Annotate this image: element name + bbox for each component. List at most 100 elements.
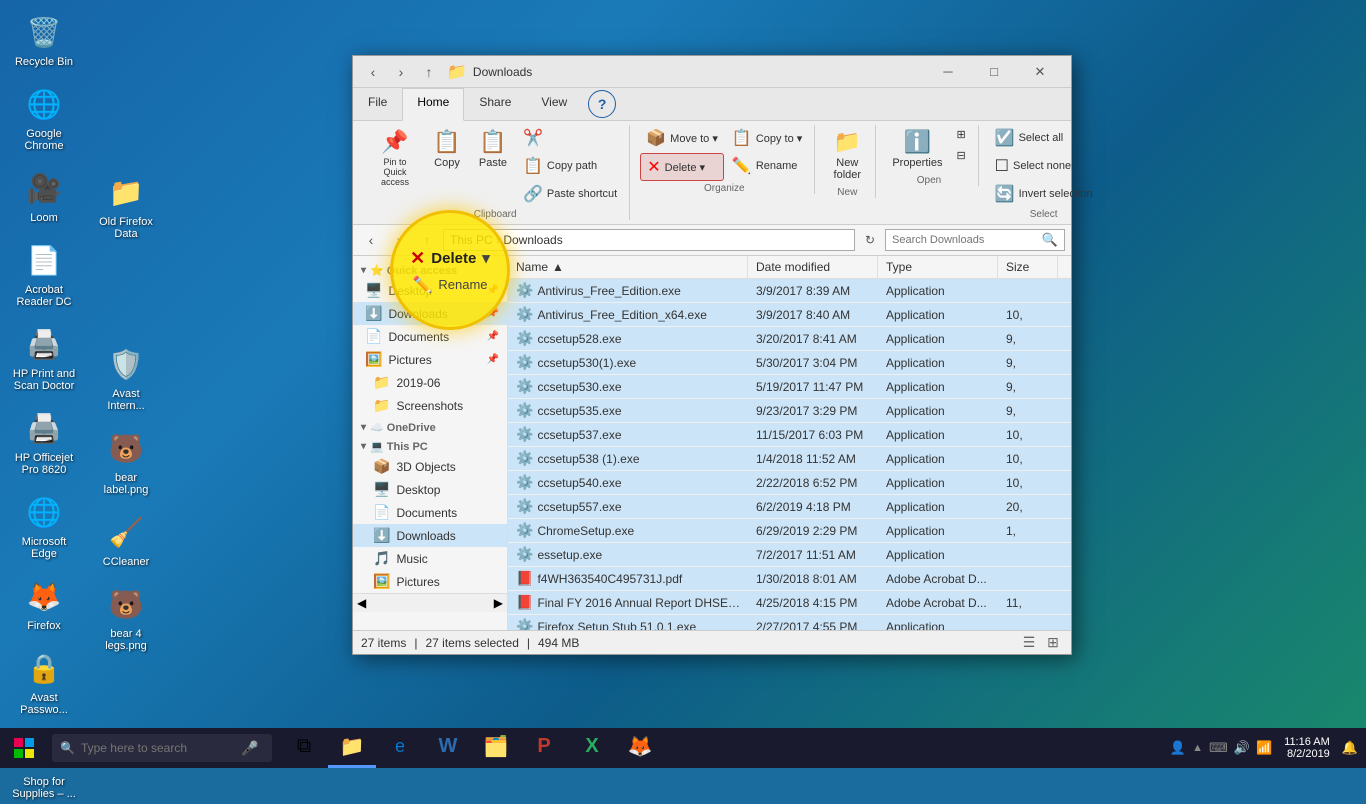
open-btn-2[interactable]: ⊟ <box>950 146 971 165</box>
desktop-icon-bear-label[interactable]: 🐻 bear label.png <box>90 424 162 500</box>
tab-view[interactable]: View <box>526 88 582 121</box>
rename-dropdown-item[interactable]: ✏️ Rename <box>404 273 495 297</box>
file-size <box>998 576 1058 582</box>
col-header-type[interactable]: Type <box>878 256 998 278</box>
cut-button[interactable]: ✂️ <box>517 125 623 151</box>
rename-button[interactable]: ✏️ Rename <box>726 153 808 179</box>
table-row[interactable]: ⚙️Firefox Setup Stub 51.0.1.exe 2/27/201… <box>508 615 1071 630</box>
minimize-button[interactable]: ─ <box>925 56 971 88</box>
taskbar-search-input[interactable] <box>81 741 241 755</box>
desktop-icon-google-chrome[interactable]: 🌐 Google Chrome <box>8 80 80 156</box>
chevron-up-icon[interactable]: ▲ <box>1192 742 1203 754</box>
sidebar-item-desktop2[interactable]: 🖥️ Desktop <box>353 478 507 501</box>
volume-icon[interactable]: 🔊 <box>1234 740 1250 756</box>
desktop-icon-ccleaner[interactable]: 🧹 CCleaner <box>90 508 162 572</box>
invert-selection-button[interactable]: 🔄 Invert selection <box>989 181 1099 207</box>
desktop-icon-recycle-bin[interactable]: 🗑️ Recycle Bin <box>8 8 80 72</box>
copy-to-button[interactable]: 📋 Copy to ▾ <box>726 125 808 151</box>
taskbar-task-view[interactable]: ⧉ <box>280 728 328 768</box>
open-btn-1[interactable]: ⊞ <box>950 125 971 144</box>
search-input[interactable] <box>892 234 1042 246</box>
maximize-button[interactable]: □ <box>971 56 1017 88</box>
table-row[interactable]: ⚙️ccsetup557.exe 6/2/2019 4:18 PM Applic… <box>508 495 1071 519</box>
table-row[interactable]: ⚙️ccsetup530(1).exe 5/30/2017 3:04 PM Ap… <box>508 351 1071 375</box>
clock-date: 8/2/2019 <box>1284 748 1330 760</box>
sidebar-section-this-pc[interactable]: ▾ 💻 This PC <box>353 436 507 455</box>
tab-home[interactable]: Home <box>402 88 464 121</box>
table-row[interactable]: ⚙️ccsetup530.exe 5/19/2017 11:47 PM Appl… <box>508 375 1071 399</box>
col-header-size[interactable]: Size <box>998 256 1058 278</box>
refresh-button[interactable]: ↻ <box>859 229 881 251</box>
sidebar-item-downloads2[interactable]: ⬇️ Downloads <box>353 524 507 547</box>
desktop-icon-acrobat[interactable]: 📄 Acrobat Reader DC <box>8 236 80 312</box>
desktop-icon-firefox[interactable]: 🦊 Firefox <box>8 572 80 636</box>
table-row[interactable]: 📕Final FY 2016 Annual Report DHSEM.pdf 4… <box>508 591 1071 615</box>
move-to-button[interactable]: 📦 Move to ▾ <box>640 125 724 151</box>
table-row[interactable]: ⚙️Antivirus_Free_Edition.exe 3/9/2017 8:… <box>508 279 1071 303</box>
mic-icon[interactable]: 🎤 <box>241 740 258 757</box>
select-all-button[interactable]: ☑️ Select all <box>989 125 1099 151</box>
desktop-icon-bear4legs[interactable]: 🐻 bear 4 legs.png <box>90 580 162 656</box>
sidebar-item-screenshots[interactable]: 📁 Screenshots <box>353 394 507 417</box>
sidebar-item-2019-06[interactable]: 📁 2019-06 <box>353 371 507 394</box>
table-row[interactable]: ⚙️essetup.exe 7/2/2017 11:51 AM Applicat… <box>508 543 1071 567</box>
close-button[interactable]: ✕ <box>1017 56 1063 88</box>
sidebar-item-documents2[interactable]: 📄 Documents <box>353 501 507 524</box>
taskbar-edge[interactable]: e <box>376 728 424 768</box>
table-row[interactable]: ⚙️ccsetup528.exe 3/20/2017 8:41 AM Appli… <box>508 327 1071 351</box>
nav-up-button[interactable]: ↑ <box>417 60 441 84</box>
paste-button[interactable]: 📋 Paste <box>471 125 515 173</box>
new-items: 📁 New folder <box>825 125 869 185</box>
taskbar-excel[interactable]: X <box>568 728 616 768</box>
table-row[interactable]: ⚙️ccsetup540.exe 2/22/2018 6:52 PM Appli… <box>508 471 1071 495</box>
nav-back-button[interactable]: ‹ <box>361 60 385 84</box>
table-row[interactable]: ⚙️ccsetup537.exe 11/15/2017 6:03 PM Appl… <box>508 423 1071 447</box>
tab-file[interactable]: File <box>353 88 402 121</box>
taskbar-powerpoint[interactable]: P <box>520 728 568 768</box>
desktop-icon-avast-internet[interactable]: 🛡️ Avast Intern... <box>90 340 162 416</box>
sidebar-item-3d-objects[interactable]: 📦 3D Objects <box>353 455 507 478</box>
properties-button[interactable]: ℹ️ Properties <box>886 125 948 173</box>
start-button[interactable] <box>0 728 48 768</box>
nav-forward-button[interactable]: › <box>389 60 413 84</box>
list-view-button[interactable]: ☰ <box>1019 633 1039 653</box>
desktop-icon-avast[interactable]: 🔒 Avast Passwo... <box>8 644 80 720</box>
sidebar-item-pictures2[interactable]: 🖼️ Pictures <box>353 570 507 593</box>
notification-icon[interactable]: 🔔 <box>1342 740 1358 756</box>
desktop-icon-hp-print[interactable]: 🖨️ HP Print and Scan Doctor <box>8 320 80 396</box>
new-folder-button[interactable]: 📁 New folder <box>825 125 869 185</box>
copy-button[interactable]: 📋 Copy <box>425 125 469 173</box>
select-none-button[interactable]: ☐ Select none <box>989 153 1099 179</box>
sidebar-item-music[interactable]: 🎵 Music <box>353 547 507 570</box>
taskbar-file-manager[interactable]: 🗂️ <box>472 728 520 768</box>
desktop-icon-loom[interactable]: 🎥 Loom <box>8 164 80 228</box>
table-row[interactable]: 📕f4WH363540C495731J.pdf 1/30/2018 8:01 A… <box>508 567 1071 591</box>
sidebar-item-pictures[interactable]: 🖼️ Pictures 📌 <box>353 348 507 371</box>
desktop-icon-edge[interactable]: 🌐 Microsoft Edge <box>8 488 80 564</box>
desktop-icon-hp-officejet[interactable]: 🖨️ HP Officejet Pro 8620 <box>8 404 80 480</box>
grid-view-button[interactable]: ⊞ <box>1043 633 1063 653</box>
taskbar-firefox[interactable]: 🦊 <box>616 728 664 768</box>
desktop-icon-old-firefox[interactable]: 📁 Old Firefox Data <box>90 168 162 244</box>
delete-dropdown-item[interactable]: ✕ Delete ▾ <box>402 244 498 273</box>
delete-button[interactable]: ✕ Delete ▾ <box>640 153 724 181</box>
col-header-date[interactable]: Date modified <box>748 256 878 278</box>
sidebar-scroll-right[interactable]: ▶ <box>494 596 503 610</box>
help-button[interactable]: ? <box>588 90 616 118</box>
organize-col2: 📋 Copy to ▾ ✏️ Rename <box>726 125 808 179</box>
sidebar-section-onedrive[interactable]: ▾ ☁️ OneDrive <box>353 417 507 436</box>
table-row[interactable]: ⚙️Antivirus_Free_Edition_x64.exe 3/9/201… <box>508 303 1071 327</box>
paste-shortcut-button[interactable]: 🔗 Paste shortcut <box>517 181 623 207</box>
col-header-name[interactable]: Name ▲ <box>508 256 748 278</box>
taskbar-file-explorer[interactable]: 📁 <box>328 728 376 768</box>
table-row[interactable]: ⚙️ccsetup538 (1).exe 1/4/2018 11:52 AM A… <box>508 447 1071 471</box>
table-row[interactable]: ⚙️ccsetup535.exe 9/23/2017 3:29 PM Appli… <box>508 399 1071 423</box>
tab-share[interactable]: Share <box>464 88 526 121</box>
network-icon[interactable]: 📶 <box>1256 740 1272 756</box>
sidebar-scroll-left[interactable]: ◀ <box>357 596 366 610</box>
pin-to-quick-access-button[interactable]: 📌 Pin to Quick access <box>367 125 423 191</box>
table-row[interactable]: ⚙️ChromeSetup.exe 6/29/2019 2:29 PM Appl… <box>508 519 1071 543</box>
copy-path-button[interactable]: 📋 Copy path <box>517 153 623 179</box>
taskbar-word[interactable]: W <box>424 728 472 768</box>
addr-back-button[interactable]: ‹ <box>359 229 383 251</box>
